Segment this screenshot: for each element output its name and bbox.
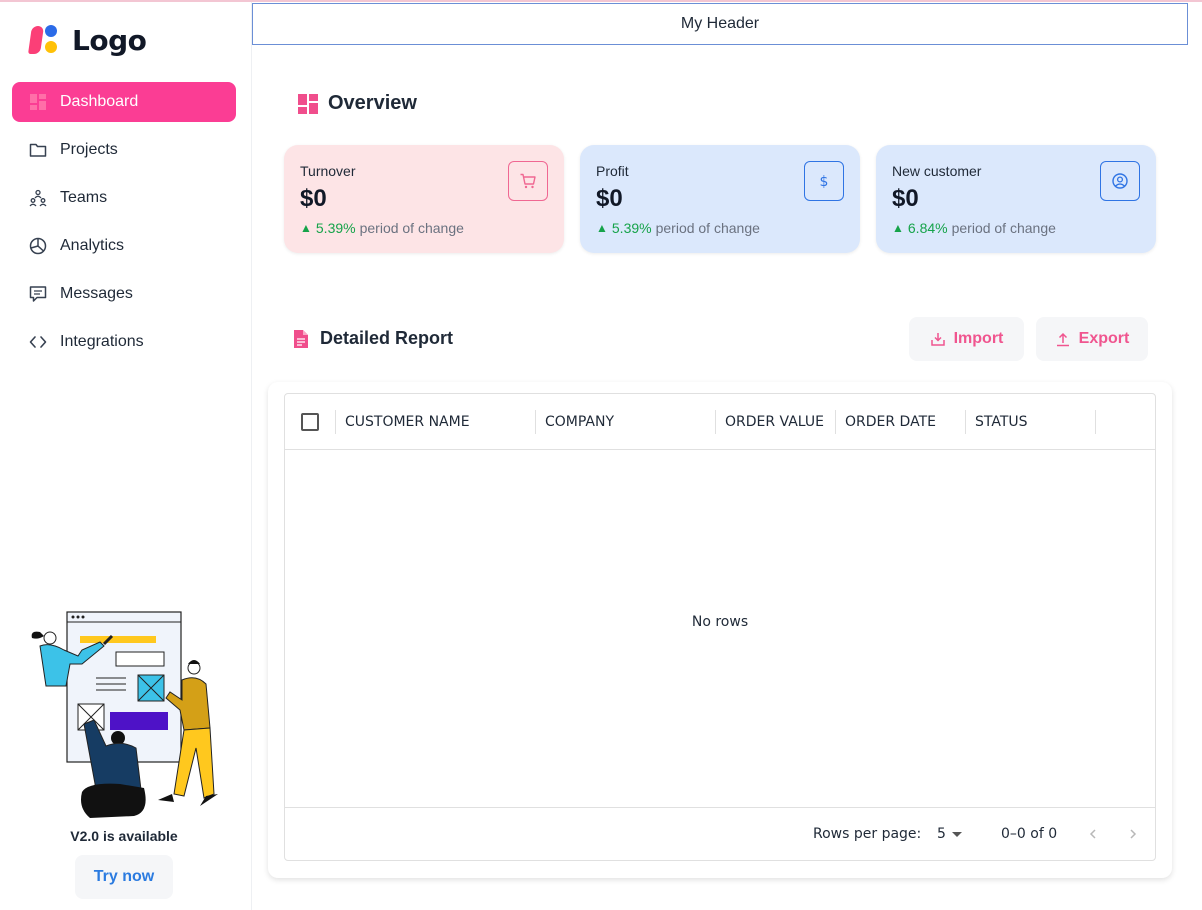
column-header-status[interactable]: STATUS [975, 394, 1028, 450]
data-grid: CUSTOMER NAME COMPANY ORDER VALUE ORDER … [284, 393, 1156, 861]
sidebar-item-dashboard[interactable]: Dashboard [12, 82, 236, 122]
previous-page-button[interactable] [1081, 822, 1105, 846]
user-circle-icon [1112, 173, 1128, 189]
pie-chart-icon [28, 236, 48, 256]
code-brackets-icon [28, 332, 48, 352]
dollar-button[interactable]: $ [804, 161, 844, 201]
document-icon [294, 329, 308, 348]
empty-state-text: No rows [691, 614, 749, 630]
promo-text: V2.0 is available [70, 828, 178, 844]
column-separator[interactable] [535, 410, 536, 434]
export-label: Export [1078, 330, 1130, 347]
column-separator[interactable] [835, 410, 836, 434]
folder-icon [28, 140, 48, 160]
card-title: Turnover [300, 163, 356, 179]
user-button[interactable] [1100, 161, 1140, 201]
card-title: Profit [596, 163, 629, 179]
chevron-right-icon [1130, 829, 1137, 839]
new-customer-card: New customer $0 ▲ 6.84% period of change [876, 145, 1156, 253]
column-header-order-date[interactable]: ORDER DATE [845, 394, 936, 450]
overview-title-text: Overview [328, 92, 417, 114]
change-percent: 5.39% [315, 220, 356, 236]
column-header-customer-name[interactable]: CUSTOMER NAME [345, 394, 470, 450]
pagination-range: 0–0 of 0 [1001, 826, 1058, 842]
sidebar-item-label: Integrations [60, 333, 144, 350]
card-change: ▲ 6.84% period of change [892, 220, 1056, 236]
turnover-card: Turnover $0 ▲ 5.39% period of change [284, 145, 564, 253]
card-change: ▲ 5.39% period of change [596, 220, 760, 236]
trend-up-icon: ▲ [300, 221, 312, 235]
card-value: $0 [300, 185, 327, 212]
change-text: period of change [951, 220, 1056, 236]
report-title-text: Detailed Report [320, 328, 454, 348]
overview-grid-icon [298, 93, 318, 114]
page-header: My Header [252, 3, 1188, 45]
upload-icon [1056, 332, 1069, 347]
trend-up-icon: ▲ [892, 221, 904, 235]
column-separator[interactable] [715, 410, 716, 434]
column-header-company[interactable]: COMPANY [545, 394, 614, 450]
chevron-down-icon [951, 831, 962, 837]
cart-button[interactable] [508, 161, 548, 201]
sidebar-item-integrations[interactable]: Integrations [12, 322, 236, 362]
grid-footer: Rows per page: 5 0–0 of 0 [285, 807, 1155, 860]
column-separator[interactable] [335, 410, 336, 434]
cart-icon [520, 173, 536, 189]
card-change: ▲ 5.39% period of change [300, 220, 464, 236]
rows-per-page-select[interactable]: 5 [937, 826, 962, 842]
import-label: Import [953, 330, 1004, 347]
sidebar-item-teams[interactable]: Teams [12, 178, 236, 218]
sidebar-item-projects[interactable]: Projects [12, 130, 236, 170]
team-hierarchy-icon [28, 188, 48, 208]
sidebar: Logo Dashboard Projects Teams Analytics [0, 2, 252, 910]
message-icon [28, 284, 48, 304]
overview-title: Overview [298, 92, 417, 115]
card-value: $0 [596, 185, 623, 212]
sidebar-nav: Dashboard Projects Teams Analytics Messa… [12, 82, 236, 370]
card-value: $0 [892, 185, 919, 212]
select-all-checkbox[interactable] [301, 413, 319, 431]
sidebar-item-label: Projects [60, 141, 118, 158]
rows-per-page-label: Rows per page: [813, 826, 922, 842]
sidebar-item-analytics[interactable]: Analytics [12, 226, 236, 266]
export-button[interactable]: Export [1036, 317, 1148, 361]
import-icon [930, 333, 945, 346]
change-percent: 6.84% [907, 220, 948, 236]
card-title: New customer [892, 163, 982, 179]
dashboard-grid-icon [28, 92, 48, 112]
logo-text: Logo [72, 23, 147, 57]
sidebar-item-label: Analytics [60, 237, 125, 254]
try-now-button[interactable]: Try now [75, 855, 173, 899]
change-text: period of change [655, 220, 760, 236]
sidebar-item-label: Messages [60, 285, 133, 302]
profit-card: Profit $0 ▲ 5.39% period of change $ [580, 145, 860, 253]
change-percent: 5.39% [611, 220, 652, 236]
dollar-icon: $ [820, 174, 829, 190]
sidebar-item-messages[interactable]: Messages [12, 274, 236, 314]
change-text: period of change [359, 220, 464, 236]
logo[interactable]: Logo [28, 22, 147, 58]
next-page-button[interactable] [1121, 822, 1145, 846]
logo-mark-icon [28, 22, 64, 58]
column-separator[interactable] [1095, 410, 1096, 434]
rows-per-page-value: 5 [937, 826, 946, 842]
import-button[interactable]: Import [909, 317, 1024, 361]
column-header-order-value[interactable]: ORDER VALUE [725, 394, 824, 450]
sidebar-item-label: Dashboard [60, 93, 139, 110]
svg-text:$: $ [820, 174, 829, 190]
grid-header: CUSTOMER NAME COMPANY ORDER VALUE ORDER … [285, 394, 1155, 450]
sidebar-item-label: Teams [60, 189, 108, 206]
column-separator[interactable] [965, 410, 966, 434]
trend-up-icon: ▲ [596, 221, 608, 235]
report-title: Detailed Report [292, 328, 453, 349]
chevron-left-icon [1089, 829, 1096, 839]
promo-illustration [31, 611, 218, 818]
